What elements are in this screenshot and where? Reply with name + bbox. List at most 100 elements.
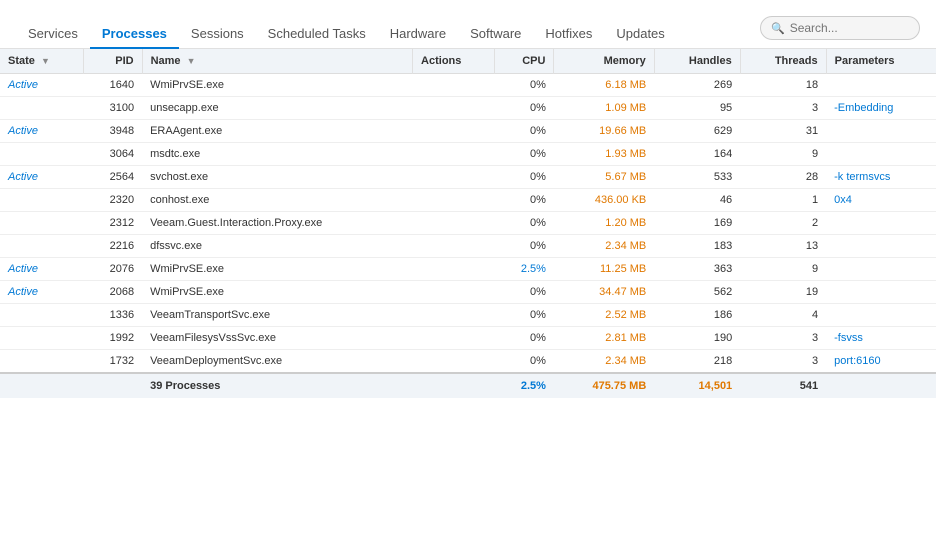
table-row: Active 1640 WmiPrvSE.exe 0% 6.18 MB 269 … [0,74,936,97]
cell-memory: 436.00 KB [554,189,654,212]
cell-params: port:6160 [826,350,936,374]
nav-tab-software[interactable]: Software [458,20,533,49]
cell-state [0,189,84,212]
cell-cpu: 0% [495,143,554,166]
col-pid: PID [84,49,142,74]
cell-pid: 3100 [84,97,142,120]
table-row: 3100 unsecapp.exe 0% 1.09 MB 95 3 -Embed… [0,97,936,120]
col-threads: Threads [740,49,826,74]
footer-label: 39 Processes [142,373,412,398]
footer-empty-state [0,373,84,398]
table-row: 1336 VeeamTransportSvc.exe 0% 2.52 MB 18… [0,304,936,327]
table-row: Active 3948 ERAAgent.exe 0% 19.66 MB 629… [0,120,936,143]
cell-params: -k termsvcs [826,166,936,189]
cell-threads: 1 [740,189,826,212]
cell-cpu: 0% [495,304,554,327]
name-filter-icon[interactable]: ▼ [187,56,196,66]
cell-threads: 18 [740,74,826,97]
cell-memory: 2.52 MB [554,304,654,327]
cell-memory: 2.34 MB [554,235,654,258]
cell-handles: 562 [654,281,740,304]
cell-memory: 2.34 MB [554,350,654,374]
cell-state [0,304,84,327]
col-cpu: CPU [495,49,554,74]
cell-memory: 1.93 MB [554,143,654,166]
cell-cpu: 0% [495,97,554,120]
cell-cpu: 0% [495,281,554,304]
cell-cpu: 0% [495,166,554,189]
nav-tab-sessions[interactable]: Sessions [179,20,256,49]
cell-threads: 4 [740,304,826,327]
cell-actions [413,235,495,258]
cell-pid: 1992 [84,327,142,350]
state-filter-icon[interactable]: ▼ [41,56,50,66]
nav-tab-processes[interactable]: Processes [90,20,179,49]
cell-pid: 1732 [84,350,142,374]
footer-handles: 14,501 [654,373,740,398]
cell-params: -Embedding [826,97,936,120]
nav-tab-hardware[interactable]: Hardware [378,20,458,49]
processes-table: State ▼ PID Name ▼ Actions CPU Memory Ha… [0,49,936,398]
search-input[interactable] [790,21,909,35]
app-header: ServicesProcessesSessionsScheduled Tasks… [0,0,936,49]
table-header-row: State ▼ PID Name ▼ Actions CPU Memory Ha… [0,49,936,74]
table-row: Active 2076 WmiPrvSE.exe 2.5% 11.25 MB 3… [0,258,936,281]
cell-threads: 2 [740,212,826,235]
cell-name: VeeamFilesysVssSvc.exe [142,327,412,350]
cell-state [0,143,84,166]
nav-tab-services[interactable]: Services [16,20,90,49]
cell-name: VeeamDeploymentSvc.exe [142,350,412,374]
cell-actions [413,327,495,350]
cell-params [826,304,936,327]
table-row: 2216 dfssvc.exe 0% 2.34 MB 183 13 [0,235,936,258]
cell-handles: 164 [654,143,740,166]
cell-actions [413,212,495,235]
col-memory: Memory [554,49,654,74]
cell-name: WmiPrvSE.exe [142,258,412,281]
cell-memory: 2.81 MB [554,327,654,350]
col-handles: Handles [654,49,740,74]
cell-name: msdtc.exe [142,143,412,166]
cell-handles: 186 [654,304,740,327]
col-actions: Actions [413,49,495,74]
cell-pid: 2312 [84,212,142,235]
cell-params [826,143,936,166]
cell-params [826,74,936,97]
cell-actions [413,189,495,212]
cell-state: Active [0,120,84,143]
cell-handles: 95 [654,97,740,120]
footer-empty-actions [413,373,495,398]
cell-state: Active [0,74,84,97]
table-row: 1992 VeeamFilesysVssSvc.exe 0% 2.81 MB 1… [0,327,936,350]
cell-params [826,120,936,143]
cell-params: -fsvss [826,327,936,350]
cell-pid: 1640 [84,74,142,97]
header-left: ServicesProcessesSessionsScheduled Tasks… [16,12,677,48]
cell-handles: 218 [654,350,740,374]
nav-tab-updates[interactable]: Updates [604,20,676,49]
cell-actions [413,258,495,281]
search-box[interactable]: 🔍 [760,16,920,40]
cell-cpu: 0% [495,235,554,258]
footer-threads: 541 [740,373,826,398]
footer-empty-params [826,373,936,398]
nav-tab-hotfixes[interactable]: Hotfixes [533,20,604,49]
cell-actions [413,350,495,374]
nav-tab-scheduled-tasks[interactable]: Scheduled Tasks [256,20,378,49]
cell-threads: 3 [740,327,826,350]
cell-state [0,235,84,258]
cell-pid: 2564 [84,166,142,189]
cell-cpu: 0% [495,74,554,97]
table-row: Active 2564 svchost.exe 0% 5.67 MB 533 2… [0,166,936,189]
cell-threads: 19 [740,281,826,304]
cell-name: svchost.exe [142,166,412,189]
cell-pid: 2320 [84,189,142,212]
cell-actions [413,97,495,120]
cell-threads: 31 [740,120,826,143]
cell-handles: 363 [654,258,740,281]
cell-handles: 629 [654,120,740,143]
cell-actions [413,120,495,143]
cell-state: Active [0,258,84,281]
nav-tabs: ServicesProcessesSessionsScheduled Tasks… [16,20,677,48]
col-name: Name ▼ [142,49,412,74]
